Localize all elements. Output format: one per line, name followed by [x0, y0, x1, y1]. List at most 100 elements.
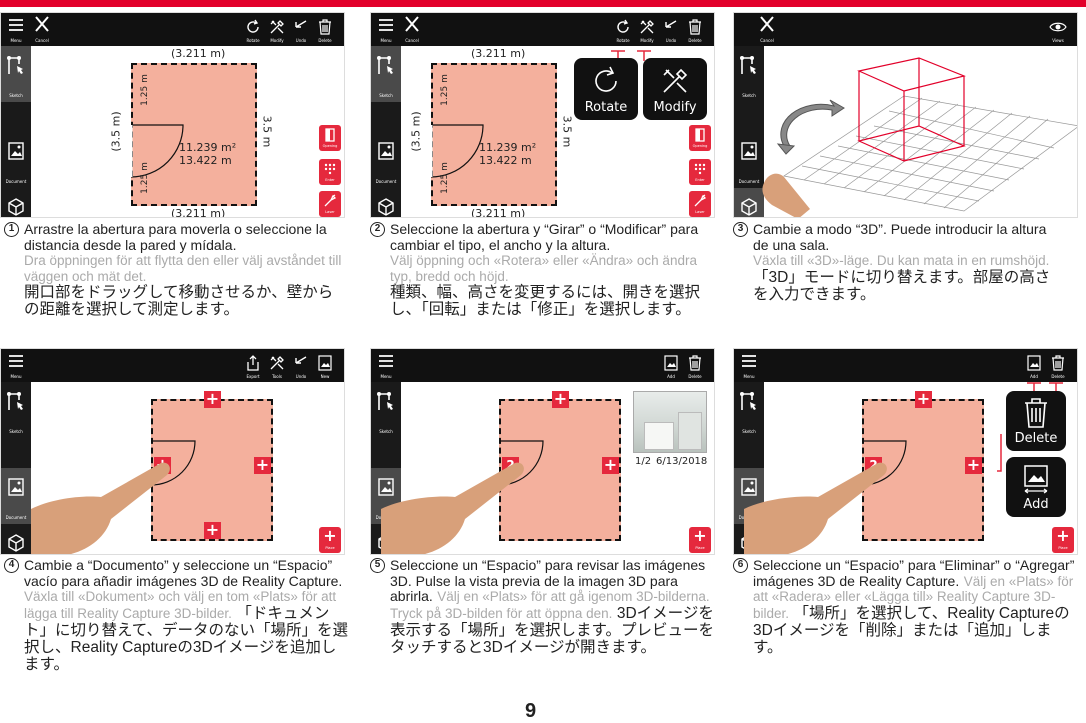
add-space-bottom[interactable]: +	[204, 522, 221, 539]
dimension-top[interactable]: (3.211 m)	[171, 47, 225, 60]
sidebar-item-sketch[interactable]: Sketch	[734, 46, 764, 102]
segment-bottom[interactable]: 1.25 m	[140, 162, 150, 194]
cancel-button[interactable]: Cancel	[754, 13, 780, 46]
rotate-icon	[617, 19, 629, 33]
sidebar-item-3d[interactable]: 3D	[1, 524, 31, 554]
add-popup-button[interactable]: Add	[1006, 457, 1066, 517]
sidebar-item-3d[interactable]: 3D	[1, 188, 31, 217]
dimension-top[interactable]: (3.211 m)	[471, 47, 525, 60]
add-space-right[interactable]: +	[254, 457, 271, 474]
app-toolbar: Menu Add Delete	[371, 349, 714, 382]
sidebar-item-sketch[interactable]: Sketch	[371, 382, 401, 438]
sidebar-item-sketch[interactable]: Sketch	[1, 46, 31, 102]
menu-label: Menu	[380, 38, 392, 43]
tools-button[interactable]: Tools	[265, 349, 289, 382]
menu-icon	[379, 355, 393, 367]
menu-button[interactable]: Menu	[737, 349, 761, 382]
sidebar-item-document[interactable]: Document	[1, 468, 31, 524]
dimension-right[interactable]: 3.5 m	[260, 116, 273, 148]
dimension-left[interactable]: (3.5 m)	[410, 111, 423, 151]
dimension-bottom[interactable]: (3.211 m)	[471, 207, 525, 217]
enter-button[interactable]: Enter	[319, 159, 341, 185]
segment-top[interactable]: 1.25 m	[440, 74, 450, 106]
add-button[interactable]: Add	[1022, 349, 1046, 382]
delete-button[interactable]: Delete	[683, 349, 707, 382]
place-button[interactable]: + Place	[319, 527, 341, 553]
sketch-label: Sketch	[742, 429, 756, 434]
menu-button[interactable]: Menu	[4, 13, 28, 46]
export-button[interactable]: Export	[241, 349, 265, 382]
menu-button[interactable]: Menu	[374, 13, 398, 46]
cancel-button[interactable]: Cancel	[399, 13, 425, 46]
undo-button[interactable]: Undo	[659, 13, 683, 46]
segment-bottom[interactable]: 1.25 m	[440, 162, 450, 194]
delete-button[interactable]: Delete	[1046, 349, 1070, 382]
delete-button[interactable]: Delete	[683, 13, 707, 46]
sketch-icon	[377, 392, 393, 410]
add-space-top[interactable]: +	[204, 391, 221, 408]
step-number: 1	[4, 222, 19, 237]
place-label: Place	[1058, 546, 1068, 550]
sidebar-item-sketch[interactable]: Sketch	[734, 382, 764, 438]
caption-6: 6 Seleccione un “Espacio” para “Eliminar…	[733, 557, 1078, 656]
menu-label: Menu	[10, 374, 22, 379]
sidebar-item-document[interactable]: Document	[371, 132, 401, 188]
opening-button[interactable]: Opening	[319, 125, 341, 151]
add-button[interactable]: Add	[659, 349, 683, 382]
laser-icon	[694, 194, 707, 207]
cube-icon	[741, 198, 757, 216]
sidebar-item-document[interactable]: Document	[1, 132, 31, 188]
sidebar-item-sketch[interactable]: Sketch	[371, 46, 401, 102]
segment-top[interactable]: 1.25 m	[140, 74, 150, 106]
add-space-right[interactable]: +	[965, 457, 982, 474]
laser-button[interactable]: Laser	[319, 191, 341, 217]
add-space-top[interactable]: +	[915, 391, 932, 408]
sidebar-item-3d[interactable]: 3D	[371, 188, 401, 217]
caption-sv: Dra öppningen för att flytta den eller v…	[24, 253, 342, 284]
rotate-icon	[247, 19, 259, 33]
add-space-top[interactable]: +	[552, 391, 569, 408]
finger-hand	[744, 462, 887, 554]
undo-button[interactable]: Undo	[289, 13, 313, 46]
screenshot-2: Menu Cancel Rotate Modify Undo Delete Sk…	[370, 12, 715, 218]
menu-button[interactable]: Menu	[374, 349, 398, 382]
dimension-left[interactable]: (3.5 m)	[110, 111, 123, 151]
modify-popup-button[interactable]: Modify	[643, 58, 707, 120]
opening-button[interactable]: Opening	[689, 125, 711, 151]
delete-popup-button[interactable]: Delete	[1006, 391, 1066, 451]
menu-label: Menu	[380, 374, 392, 379]
dimension-bottom[interactable]: (3.211 m)	[171, 207, 225, 217]
modify-button[interactable]: Modify	[265, 13, 289, 46]
rotate-button[interactable]: Rotate	[611, 13, 635, 46]
menu-button[interactable]: Menu	[4, 349, 28, 382]
place-button[interactable]: + Place	[689, 527, 711, 553]
undo-label: Undo	[295, 38, 307, 43]
add-space-right[interactable]: +	[602, 457, 619, 474]
trash-icon	[689, 19, 701, 35]
delete-button[interactable]: Delete	[313, 13, 337, 46]
undo-button[interactable]: Undo	[289, 349, 313, 382]
modify-button[interactable]: Modify	[635, 13, 659, 46]
document-label: Document	[5, 179, 27, 184]
place-label: Place	[695, 546, 705, 550]
image-preview[interactable]	[633, 391, 707, 453]
rotate-button[interactable]: Rotate	[241, 13, 265, 46]
modify-popup-label: Modify	[653, 100, 697, 115]
sketch-label: Sketch	[379, 429, 393, 434]
door-icon	[325, 128, 335, 142]
mode-sidebar: Sketch Document 3D	[1, 382, 31, 554]
sidebar-item-sketch[interactable]: Sketch	[1, 382, 31, 438]
cancel-button[interactable]: Cancel	[29, 13, 55, 46]
caption-jp: 開口部をドラッグして移動させるか、壁からの距離を選択して測定します。	[24, 284, 334, 318]
enter-button[interactable]: Enter	[689, 159, 711, 185]
menu-icon	[379, 19, 393, 31]
place-button[interactable]: + Place	[1052, 527, 1074, 553]
new-button[interactable]: New	[313, 349, 337, 382]
eye-icon	[1049, 22, 1067, 32]
laser-button[interactable]: Laser	[689, 191, 711, 217]
app-toolbar: Cancel Views	[734, 13, 1077, 46]
finger-hand	[762, 173, 810, 217]
rotate-popup-button[interactable]: Rotate	[574, 58, 638, 120]
dimension-right[interactable]: 3.5 m	[560, 116, 573, 148]
views-button[interactable]: Views	[1046, 13, 1070, 46]
